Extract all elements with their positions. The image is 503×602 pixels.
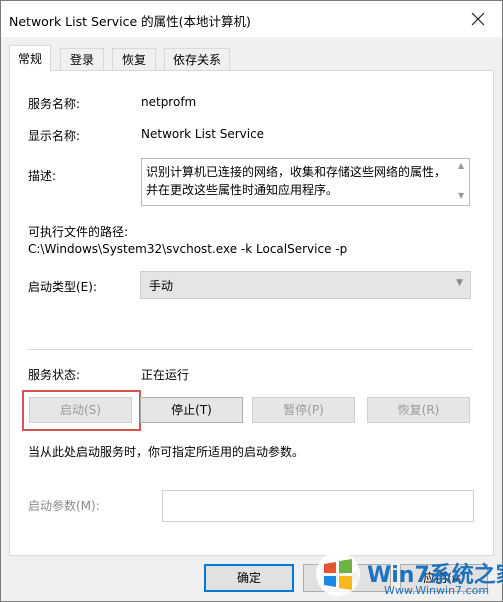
windows-logo-icon: [316, 552, 360, 596]
start-button[interactable]: 启动(S): [29, 397, 132, 423]
service-name-label: 服务名称:: [28, 97, 81, 111]
divider: [27, 349, 473, 350]
pause-button[interactable]: 暂停(P): [252, 397, 355, 423]
display-name-value: Network List Service: [141, 127, 265, 141]
description-box[interactable]: 识别计算机已连接的网络，收集和存储这些网络的属性，并在更改这些属性时通知应用程序…: [141, 158, 470, 206]
watermark-url: Www.Winwin7.com: [384, 584, 490, 597]
title-bar: Network List Service 的属性(本地计算机): [1, 1, 502, 37]
service-name-value: netprofm: [141, 95, 197, 109]
path-value: C:\Windows\System32\svchost.exe -k Local…: [28, 242, 348, 256]
description-label: 描述:: [28, 169, 57, 183]
display-name-label: 显示名称:: [28, 129, 81, 143]
window-title: Network List Service 的属性(本地计算机): [9, 14, 251, 29]
scroll-down-icon[interactable]: ▼: [458, 191, 464, 200]
startup-type-value: 手动: [149, 279, 174, 293]
description-scrollbar[interactable]: ▲ ▼: [455, 159, 469, 205]
chevron-down-icon: ▼: [456, 278, 463, 288]
startup-type-label: 启动类型(E):: [28, 280, 97, 294]
tab-logon[interactable]: 登录: [60, 48, 104, 71]
tab-general[interactable]: 常规: [9, 45, 51, 72]
resume-button[interactable]: 恢复(R): [367, 397, 470, 423]
params-hint: 当从此处启动服务时，你可指定所适用的启动参数。: [28, 445, 305, 459]
params-input[interactable]: [162, 490, 474, 522]
tab-dependencies[interactable]: 依存关系: [164, 48, 230, 71]
general-panel: 服务名称: netprofm 显示名称: Network List Servic…: [9, 70, 494, 556]
stop-button[interactable]: 停止(T): [140, 397, 243, 423]
path-label: 可执行文件的路径:: [28, 225, 129, 239]
description-text: 识别计算机已连接的网络，收集和存储这些网络的属性，并在更改这些属性时通知应用程序…: [146, 165, 447, 197]
service-status-value: 正在运行: [141, 368, 190, 382]
startup-type-select[interactable]: 手动 ▼: [140, 271, 471, 299]
service-status-label: 服务状态:: [28, 368, 81, 382]
tab-recovery[interactable]: 恢复: [112, 48, 156, 71]
params-label: 启动参数(M):: [28, 499, 100, 513]
ok-button[interactable]: 确定: [204, 564, 294, 592]
scroll-up-icon[interactable]: ▲: [458, 161, 464, 170]
properties-dialog: Network List Service 的属性(本地计算机) 常规 登录 恢复…: [0, 0, 503, 602]
close-icon[interactable]: [468, 9, 488, 29]
